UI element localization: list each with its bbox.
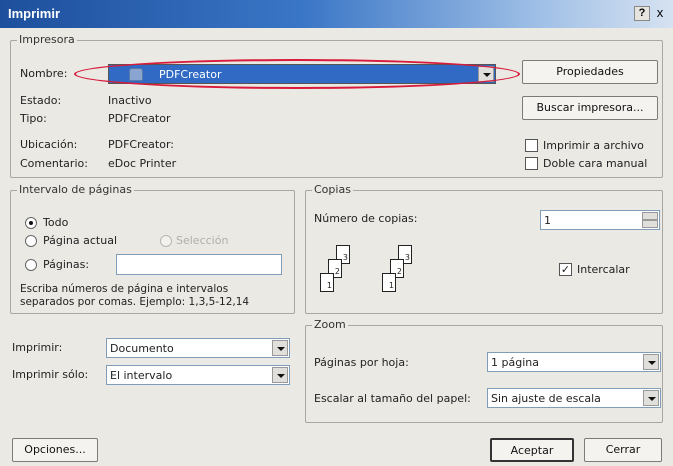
zoom-legend: Zoom bbox=[312, 318, 348, 331]
highlight-ellipse bbox=[74, 59, 520, 89]
copies-count-label: Número de copias: bbox=[314, 212, 418, 225]
pages-per-sheet-label: Páginas por hoja: bbox=[314, 356, 409, 369]
find-printer-button[interactable]: Buscar impresora... bbox=[522, 96, 658, 120]
page-number: 1 bbox=[326, 281, 332, 290]
print-select-value: Documento bbox=[110, 342, 174, 355]
help-button[interactable]: ? bbox=[634, 6, 650, 21]
spin-down-icon[interactable] bbox=[642, 220, 658, 228]
type-value: PDFCreator bbox=[108, 112, 171, 125]
location-value: PDFCreator: bbox=[108, 138, 174, 151]
print-only-label: Imprimir sólo: bbox=[12, 368, 89, 381]
print-only-select-value: El intervalo bbox=[110, 369, 173, 382]
title-bar: Imprimir ? x bbox=[0, 0, 673, 28]
range-current-label[interactable]: Página actual bbox=[43, 234, 117, 247]
manual-duplex-checkbox[interactable] bbox=[525, 157, 538, 170]
collate-label[interactable]: Intercalar bbox=[577, 263, 630, 276]
range-current-radio[interactable] bbox=[25, 235, 37, 247]
copies-group: Copias bbox=[305, 183, 663, 314]
page-range-legend: Intervalo de páginas bbox=[17, 183, 134, 196]
close-button[interactable]: x bbox=[652, 6, 668, 21]
type-label: Tipo: bbox=[20, 112, 47, 125]
collate-checkbox[interactable]: ✓ bbox=[559, 263, 572, 276]
range-selection-radio[interactable] bbox=[160, 235, 172, 247]
options-button[interactable]: Opciones... bbox=[12, 438, 98, 462]
range-hint-line1: Escriba números de página e intervalos bbox=[20, 283, 229, 295]
range-all-radio[interactable] bbox=[25, 217, 37, 229]
range-selection-label[interactable]: Selección bbox=[176, 234, 228, 247]
chevron-down-icon[interactable] bbox=[272, 340, 288, 356]
window-title: Imprimir bbox=[8, 6, 61, 21]
print-dialog: Imprimir ? x Impresora Nombre: PDFCreato… bbox=[0, 0, 673, 466]
scale-value: Sin ajuste de escala bbox=[491, 392, 601, 405]
comment-label: Comentario: bbox=[20, 157, 88, 170]
page-number: 3 bbox=[404, 253, 410, 262]
scale-select[interactable]: Sin ajuste de escala bbox=[487, 388, 661, 408]
print-select[interactable]: Documento bbox=[106, 338, 290, 358]
range-pages-label[interactable]: Páginas: bbox=[43, 258, 89, 271]
copies-count-value: 1 bbox=[544, 214, 551, 227]
chevron-down-icon[interactable] bbox=[643, 390, 659, 406]
range-pages-radio[interactable] bbox=[25, 259, 37, 271]
location-label: Ubicación: bbox=[20, 138, 78, 151]
range-hint-line2: separados por comas. Ejemplo: 1,3,5-12,1… bbox=[20, 296, 250, 308]
zoom-group: Zoom bbox=[305, 318, 663, 423]
chevron-down-icon[interactable] bbox=[643, 354, 659, 370]
copies-count-input[interactable]: 1 bbox=[540, 210, 660, 230]
manual-duplex-label[interactable]: Doble cara manual bbox=[543, 157, 647, 170]
scale-label: Escalar al tamaño del papel: bbox=[314, 392, 471, 405]
range-all-label[interactable]: Todo bbox=[43, 216, 68, 229]
pages-per-sheet-value: 1 página bbox=[491, 356, 539, 369]
print-label: Imprimir: bbox=[12, 341, 63, 354]
printer-name-label: Nombre: bbox=[20, 67, 68, 80]
status-label: Estado: bbox=[20, 94, 62, 107]
status-value: Inactivo bbox=[108, 94, 152, 107]
ok-button[interactable]: Aceptar bbox=[490, 438, 574, 462]
pages-per-sheet-select[interactable]: 1 página bbox=[487, 352, 661, 372]
page-number: 1 bbox=[388, 281, 394, 290]
printer-legend: Impresora bbox=[17, 33, 77, 46]
page-number: 2 bbox=[396, 267, 402, 276]
properties-button[interactable]: Propiedades bbox=[522, 60, 658, 84]
pages-input[interactable] bbox=[116, 254, 282, 275]
print-to-file-checkbox[interactable] bbox=[525, 139, 538, 152]
page-number: 3 bbox=[342, 253, 348, 262]
spin-up-icon[interactable] bbox=[642, 212, 658, 220]
chevron-down-icon[interactable] bbox=[272, 367, 288, 383]
print-only-select[interactable]: El intervalo bbox=[106, 365, 290, 385]
cancel-button[interactable]: Cerrar bbox=[584, 438, 662, 462]
comment-value: eDoc Printer bbox=[108, 157, 177, 170]
page-number: 2 bbox=[334, 267, 340, 276]
copies-legend: Copias bbox=[312, 183, 353, 196]
print-to-file-label[interactable]: Imprimir a archivo bbox=[543, 139, 644, 152]
